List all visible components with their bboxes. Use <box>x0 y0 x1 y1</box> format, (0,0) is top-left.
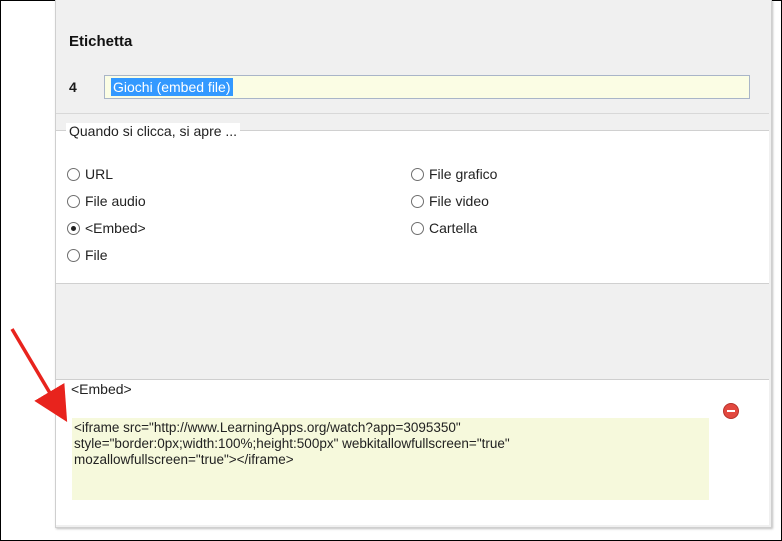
radio-label: Cartella <box>429 220 478 236</box>
radio-circle-icon <box>411 221 424 235</box>
radio-url[interactable]: URL <box>67 166 113 182</box>
radio-file-audio[interactable]: File audio <box>67 193 146 209</box>
embed-section-title: <Embed> <box>71 381 132 397</box>
remove-circle-icon[interactable] <box>723 403 739 419</box>
radio-embed[interactable]: <Embed> <box>67 220 146 236</box>
section-divider <box>56 113 769 114</box>
radio-circle-icon <box>411 167 424 181</box>
label-text-selected: Giochi (embed file) <box>111 78 233 96</box>
label-section-title: Etichetta <box>69 33 133 50</box>
item-number: 4 <box>69 79 77 95</box>
radio-cartella[interactable]: Cartella <box>411 220 477 236</box>
radio-label: <Embed> <box>85 220 146 236</box>
radio-label: File video <box>429 193 489 209</box>
radio-circle-icon <box>67 167 80 181</box>
radio-circle-icon <box>67 194 80 208</box>
radio-checked-icon <box>67 221 80 235</box>
radio-label: File audio <box>85 193 146 209</box>
embed-code-textarea[interactable]: <iframe src="http://www.LearningApps.org… <box>72 418 709 500</box>
label-text-field[interactable]: Giochi (embed file) <box>104 75 750 99</box>
open-options-legend: Quando si clicca, si apre ... <box>66 123 241 139</box>
radio-circle-icon <box>411 194 424 208</box>
radio-label: URL <box>85 166 114 182</box>
radio-file[interactable]: File <box>67 247 108 263</box>
radio-file-video[interactable]: File video <box>411 193 489 209</box>
radio-circle-icon <box>67 248 80 262</box>
radio-label: File <box>85 247 108 263</box>
radio-label: File grafico <box>429 166 498 182</box>
radio-file-grafico[interactable]: File grafico <box>411 166 497 182</box>
